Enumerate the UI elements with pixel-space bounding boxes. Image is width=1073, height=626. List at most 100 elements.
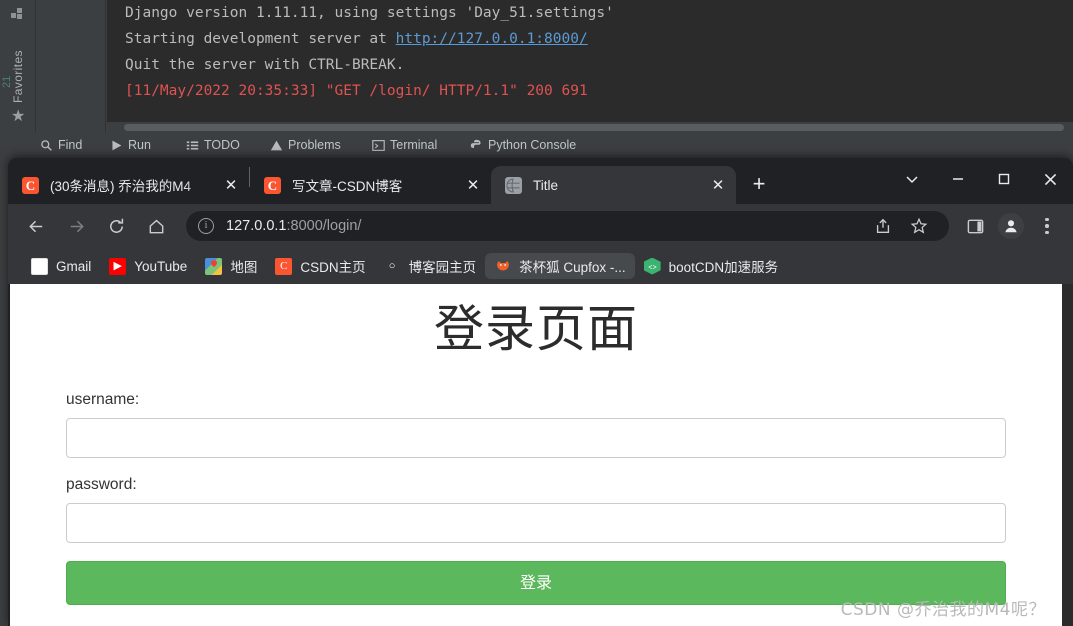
tool-window-run-label: Run (128, 138, 151, 152)
ide-tool-window-bar: Find Run TODO Problems Terminal Python C… (0, 133, 1073, 161)
address-bar-host: 127.0.0.1 (226, 218, 287, 234)
minimize-button[interactable] (935, 162, 981, 196)
cupfox-fox-icon (494, 258, 511, 275)
close-tab-2-button[interactable]: ✕ (708, 175, 728, 195)
address-bar[interactable]: i 127.0.0.1:8000/login/ (186, 211, 949, 241)
bookmark-bootcdn[interactable]: <> bootCDN加速服务 (635, 253, 788, 279)
maximize-icon (998, 173, 1010, 185)
tool-window-find[interactable]: Find (40, 138, 82, 152)
forward-button[interactable] (59, 209, 93, 243)
bookmark-csdn-home[interactable]: C CSDN主页 (266, 253, 374, 279)
browser-tab-1[interactable]: C 写文章-CSDN博客 ✕ (250, 166, 491, 204)
project-structure-icon[interactable] (11, 8, 25, 22)
maximize-button[interactable] (981, 162, 1027, 196)
tab-search-button[interactable] (889, 162, 935, 196)
bookmarks-bar: M Gmail ▶ YouTube 地图 C CSDN主页 ○ 博客园主页 茶杯… (8, 248, 1073, 284)
close-tab-1-button[interactable]: ✕ (463, 175, 483, 195)
console-line-version: Django version 1.11.11, using settings '… (125, 5, 614, 21)
address-bar-path: :8000/login/ (286, 218, 362, 234)
reload-icon (109, 218, 123, 233)
browser-tab-strip: C (30条消息) 乔治我的M4 ✕ C 写文章-CSDN博客 ✕ Title … (8, 158, 1073, 204)
close-tab-0-button[interactable]: ✕ (221, 175, 241, 195)
site-info-icon[interactable]: i (198, 218, 214, 234)
browser-tab-0-title: (30条消息) 乔治我的M4 (50, 179, 192, 194)
search-icon (41, 139, 52, 151)
play-icon (112, 140, 122, 150)
home-icon (149, 219, 163, 233)
forward-arrow-icon (70, 220, 84, 232)
bookmark-cupfox-label: 茶杯狐 Cupfox -... (519, 260, 626, 275)
python-icon (470, 139, 481, 148)
browser-tab-2-active[interactable]: Title ✕ (491, 166, 736, 204)
bookmark-cupfox[interactable]: 茶杯狐 Cupfox -... (485, 253, 635, 279)
terminal-icon (372, 139, 385, 151)
tool-window-terminal-label: Terminal (390, 138, 438, 152)
svg-text:<>: <> (648, 264, 656, 272)
tool-window-python-console[interactable]: Python Console (470, 138, 576, 152)
password-field-group: password: (66, 476, 1006, 543)
bookmark-csdn-home-label: CSDN主页 (300, 260, 366, 275)
google-maps-icon (205, 257, 223, 275)
minimize-icon (953, 178, 963, 180)
browser-tab-1-title: 写文章-CSDN博客 (292, 179, 403, 194)
new-tab-button[interactable]: + (742, 167, 776, 201)
ide-editor-gutter (36, 0, 106, 140)
csdn-watermark: CSDN @乔治我的M4呢？ (840, 600, 1046, 620)
tool-window-todo[interactable]: TODO (186, 138, 240, 152)
bookmark-gmail[interactable]: M Gmail (22, 253, 100, 279)
console-horizontal-scrollbar[interactable] (124, 124, 1064, 131)
chrome-menu-icon[interactable] (1031, 210, 1063, 242)
console-line-request: [11/May/2022 20:35:33] "GET /login/ HTTP… (125, 83, 588, 99)
ide-left-toolbar: Favorites ★ 21 (0, 0, 36, 140)
username-field-group: username: (66, 391, 1006, 458)
server-url-link[interactable]: http://127.0.0.1:8000/ (396, 31, 588, 47)
tool-window-find-label: Find (58, 138, 83, 152)
username-input[interactable] (66, 418, 1006, 458)
bookmark-cnblogs-home[interactable]: ○ 博客园主页 (375, 253, 486, 279)
youtube-icon: ▶ (109, 257, 127, 275)
browser-tab-0[interactable]: C (30条消息) 乔治我的M4 ✕ (8, 166, 249, 204)
console-line-server: Starting development server at http://12… (125, 26, 1073, 52)
profile-avatar[interactable] (998, 213, 1024, 239)
console-line-quit: Quit the server with CTRL-BREAK. (125, 57, 405, 73)
list-icon (186, 140, 199, 150)
window-controls (889, 158, 1073, 204)
page-viewport: 登录页面 username: password: 登录 CSDN @乔治我的M4… (10, 284, 1062, 626)
side-panel-icon[interactable] (959, 210, 991, 242)
csdn-icon: C (264, 176, 281, 194)
run-console-output: Django version 1.11.11, using settings '… (107, 0, 1073, 122)
browser-toolbar: i 127.0.0.1:8000/login/ (8, 204, 1073, 248)
login-form: username: password: 登录 (66, 391, 1006, 605)
tool-window-terminal[interactable]: Terminal (372, 138, 437, 152)
bookmark-gmail-label: Gmail (56, 258, 92, 274)
warning-icon (270, 140, 283, 150)
tool-window-python-console-label: Python Console (488, 138, 577, 152)
favorites-tool-label[interactable]: Favorites (11, 43, 25, 103)
omnibox-actions (865, 210, 937, 242)
tool-window-problems[interactable]: Problems (270, 138, 341, 152)
csdn-icon: C (22, 176, 39, 194)
chevron-down-icon (906, 176, 918, 184)
bookmark-cnblogs-home-label: 博客园主页 (408, 260, 477, 275)
tool-window-todo-label: TODO (204, 138, 240, 152)
globe-icon (505, 176, 522, 194)
close-window-button[interactable] (1027, 162, 1073, 196)
bookmark-youtube[interactable]: ▶ YouTube (100, 253, 196, 279)
reload-button[interactable] (99, 209, 133, 243)
username-label: username: (66, 391, 140, 408)
browser-tab-2-title: Title (533, 177, 559, 193)
bookmark-maps[interactable]: 地图 (196, 253, 266, 279)
bookmark-maps-label: 地图 (230, 260, 258, 275)
password-input[interactable] (66, 503, 1006, 543)
line-number-gutter: 21 (1, 75, 13, 88)
tool-window-problems-label: Problems (288, 138, 341, 152)
home-button[interactable] (139, 209, 173, 243)
bookmark-star-icon[interactable] (903, 210, 935, 242)
console-line-server-text: Starting development server at (125, 31, 396, 47)
bookmark-youtube-label: YouTube (134, 258, 188, 274)
back-button[interactable] (19, 209, 53, 243)
tool-window-run[interactable]: Run (110, 138, 151, 152)
password-label: password: (66, 476, 137, 493)
bootcdn-icon: <> (643, 257, 661, 275)
share-icon[interactable] (867, 210, 899, 242)
